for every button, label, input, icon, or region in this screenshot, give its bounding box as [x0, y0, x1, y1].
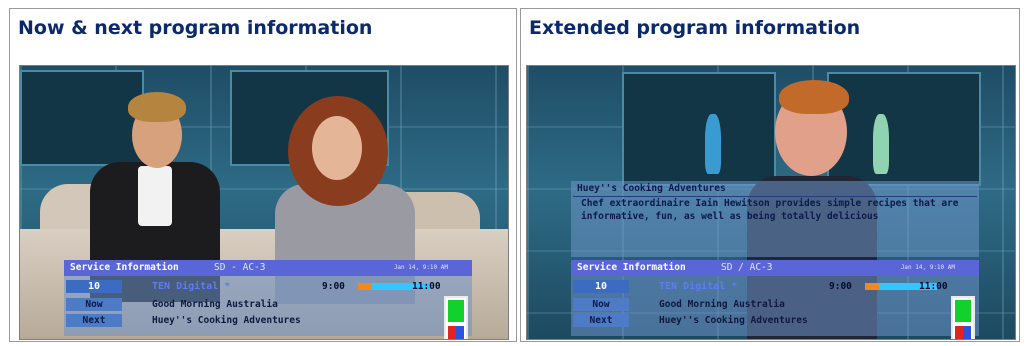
next-row: Next Huey''s Cooking Adventures	[573, 314, 943, 327]
now-program: Good Morning Australia	[659, 299, 785, 310]
now-label: Now	[573, 298, 629, 311]
now-row: Now Good Morning Australia	[573, 298, 943, 311]
tv-screenshot: Service Information SD - AC-3 Jan 14, 9:…	[19, 65, 509, 340]
now-program: Good Morning Australia	[152, 299, 278, 310]
program-title: Huey''s Cooking Adventures	[577, 183, 726, 194]
service-info-osd: Service Information SD / AC-3 Jan 14, 9:…	[571, 260, 979, 339]
osd-header: Service Information SD / AC-3 Jan 14, 9:…	[571, 260, 979, 276]
extended-info-panel: Extended program information Huey''s Coo…	[520, 8, 1020, 342]
next-label: Next	[573, 314, 629, 327]
now-label: Now	[66, 298, 122, 311]
vase	[705, 114, 721, 174]
end-time: 11:00	[412, 281, 441, 292]
shelf	[622, 72, 776, 186]
channel-number: 10	[573, 280, 629, 293]
panel-title: Now & next program information	[18, 17, 373, 39]
signal-meter-icon	[444, 296, 468, 339]
start-time: 9:00	[829, 281, 852, 292]
signal-meter-icon	[951, 296, 975, 339]
channel-row: 10 TEN Digital * 9:00 11:00	[66, 280, 441, 293]
service-info-osd: Service Information SD - AC-3 Jan 14, 9:…	[64, 260, 472, 339]
program-description: Chef extraordinaire Iain Hewitson provid…	[581, 198, 959, 222]
channel-row: 10 TEN Digital * 9:00 11:00	[573, 280, 948, 293]
next-row: Next Huey''s Cooking Adventures	[66, 314, 436, 327]
start-time: 9:00	[322, 281, 345, 292]
panel-title: Extended program information	[529, 17, 861, 39]
shelf	[20, 70, 144, 166]
next-program: Huey''s Cooking Adventures	[152, 315, 301, 326]
next-program: Huey''s Cooking Adventures	[659, 315, 808, 326]
channel-number: 10	[66, 280, 122, 293]
extended-program-box: Huey''s Cooking Adventures Chef extraord…	[571, 181, 979, 257]
channel-name: TEN Digital *	[659, 281, 738, 292]
next-label: Next	[66, 314, 122, 327]
end-time: 11:00	[919, 281, 948, 292]
now-row: Now Good Morning Australia	[66, 298, 436, 311]
tv-screenshot: Huey''s Cooking Adventures Chef extraord…	[526, 65, 1016, 340]
now-next-panel: Now & next program information Service I…	[9, 8, 517, 342]
shelf	[827, 72, 981, 186]
channel-name: TEN Digital *	[152, 281, 231, 292]
vase	[873, 114, 889, 174]
osd-header: Service Information SD - AC-3 Jan 14, 9:…	[64, 260, 472, 276]
